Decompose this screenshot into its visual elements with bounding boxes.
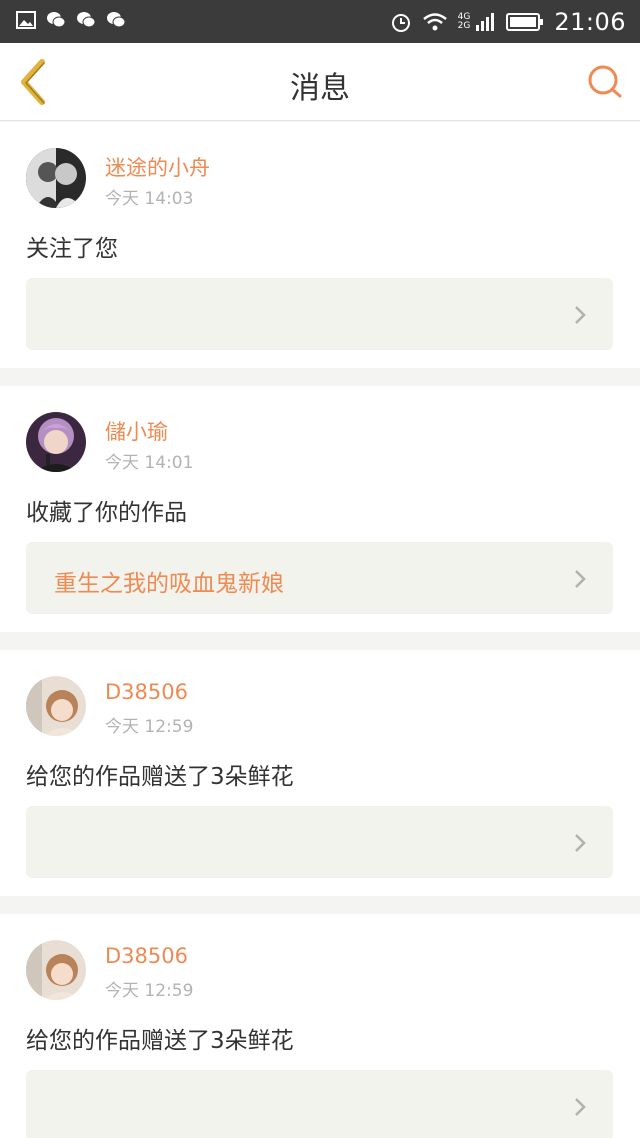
work-title: 重生之我的吸血鬼新娘	[54, 571, 284, 597]
chevron-right-icon	[575, 570, 586, 588]
username[interactable]: D38506	[105, 680, 188, 704]
network-type-bottom: 2G	[457, 20, 471, 31]
avatar[interactable]	[26, 148, 86, 208]
message-card: D38506 今天 12:59 给您的作品赠送了3朵鲜花	[0, 914, 640, 1138]
chevron-right-icon	[575, 306, 586, 324]
message-text: 收藏了你的作品	[26, 500, 187, 526]
work-link[interactable]	[26, 806, 613, 878]
wifi-icon	[422, 12, 447, 30]
wechat-icon	[107, 12, 126, 28]
battery-icon	[506, 12, 544, 31]
clock: 21:06	[554, 7, 626, 36]
message-card: D38506 今天 12:59 给您的作品赠送了3朵鲜花	[0, 650, 640, 896]
timestamp: 今天 14:01	[105, 453, 194, 473]
message-text: 给您的作品赠送了3朵鲜花	[26, 1028, 294, 1054]
chevron-right-icon	[575, 834, 586, 852]
status-bar: 4G 2G 21:06	[0, 0, 640, 43]
username[interactable]: 迷途的小舟	[105, 152, 210, 182]
message-card: 迷途的小舟 今天 14:03 关注了您	[0, 122, 640, 368]
message-list: 迷途的小舟 今天 14:03 关注了您 儲小瑜 今天 14:01 收藏了你的作品…	[0, 122, 640, 1138]
message-text: 关注了您	[26, 236, 118, 262]
search-icon[interactable]	[586, 63, 624, 101]
network-type: 4G 2G	[457, 12, 471, 31]
signal-icon	[476, 12, 495, 31]
page-title: 消息	[290, 71, 350, 106]
username[interactable]: 儲小瑜	[105, 416, 168, 446]
wechat-icon	[47, 12, 66, 28]
message-card: 儲小瑜 今天 14:01 收藏了你的作品 重生之我的吸血鬼新娘	[0, 386, 640, 632]
work-link[interactable]	[26, 1070, 613, 1138]
avatar[interactable]	[26, 940, 86, 1000]
work-link[interactable]: 重生之我的吸血鬼新娘	[26, 542, 613, 614]
notification-icons	[16, 11, 126, 29]
timestamp: 今天 14:03	[105, 189, 194, 209]
system-icons: 4G 2G 21:06	[390, 0, 626, 43]
alarm-icon	[391, 13, 410, 32]
avatar[interactable]	[26, 676, 86, 736]
work-link[interactable]	[26, 278, 613, 350]
header: 消息	[0, 43, 640, 121]
timestamp: 今天 12:59	[105, 981, 194, 1001]
message-text: 给您的作品赠送了3朵鲜花	[26, 764, 294, 790]
chevron-right-icon	[575, 1098, 586, 1116]
image-icon	[16, 11, 36, 29]
username[interactable]: D38506	[105, 944, 188, 968]
wechat-icon	[77, 12, 96, 28]
timestamp: 今天 12:59	[105, 717, 194, 737]
avatar[interactable]	[26, 412, 86, 472]
